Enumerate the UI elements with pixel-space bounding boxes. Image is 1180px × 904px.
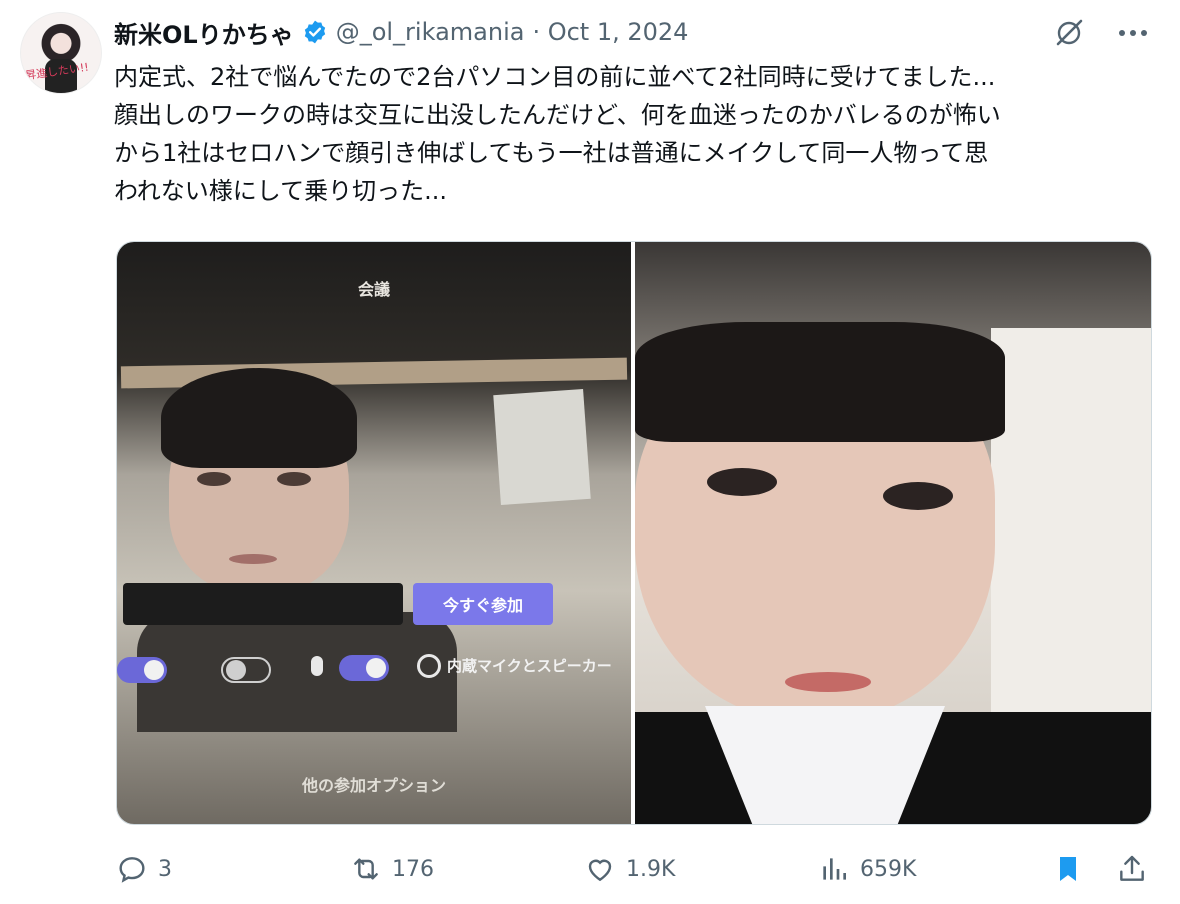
eye-right-1 [707,468,777,496]
reply-icon [119,857,145,883]
author-avatar[interactable]: 昇進したい!! [20,12,102,94]
eye-left-2 [277,472,311,486]
bookmark-button[interactable] [1052,846,1084,892]
hair-right [635,322,1005,442]
join-now-button[interactable]: 今すぐ参加 [413,583,553,625]
settings-gear-icon [417,654,441,678]
tweet-text: 内定式、2社で悩んでたので2台パソコン目の前に並べて2社同時に受けてました...… [114,63,1001,205]
views-count: 659K [860,856,917,882]
eye-right-2 [883,482,953,510]
grok-icon[interactable] [1052,16,1086,50]
views-button[interactable]: 659K [818,846,916,892]
share-icon [1120,855,1144,881]
verified-badge-icon [304,20,325,44]
camera-toggle[interactable] [117,657,167,683]
hair-left [161,368,357,468]
author-handle[interactable]: @_ol_rikamania [336,18,525,46]
like-count: 1.9K [626,856,676,882]
tweet-date[interactable]: · Oct 1, 2024 [532,18,688,46]
eye-left-1 [197,472,231,486]
paper-sheet [493,388,591,506]
tweet-media[interactable]: 会議 今すぐ参加 内蔵マイクとスピーカー 他の参加オプション [116,241,1152,825]
mic-icon [311,656,323,676]
like-button[interactable]: 1.9K [584,846,675,892]
repost-button[interactable]: 176 [350,846,434,892]
reply-count: 3 [158,856,172,882]
author-display-name[interactable]: 新米OLりかちゃ [114,15,294,50]
share-button[interactable] [1116,846,1148,892]
reply-button[interactable]: 3 [116,846,172,892]
meeting-title: 会議 [357,280,390,299]
background-wall [991,328,1151,728]
header-actions [1052,16,1150,50]
mouth-right [785,672,871,692]
suit-left [137,612,457,732]
tweet-actions: 3 176 1.9K 659K [116,846,1156,892]
audio-setting-label[interactable]: 内蔵マイクとスピーカー [447,655,612,676]
mic-toggle[interactable] [339,655,389,681]
media-photo-left[interactable]: 会議 今すぐ参加 内蔵マイクとスピーカー 他の参加オプション [117,242,631,824]
other-join-options[interactable]: 他の参加オプション [117,772,631,796]
views-icon [823,858,846,880]
media-photo-right[interactable] [635,242,1151,824]
like-icon [588,859,612,882]
tweet-header: 新米OLりかちゃ @_ol_rikamania · Oct 1, 2024 [114,14,688,50]
repost-count: 176 [392,856,434,882]
mouth-left [229,554,277,564]
background-blur-toggle[interactable] [221,657,271,683]
name-input-field[interactable] [123,583,403,625]
more-icon[interactable] [1116,16,1150,50]
repost-icon [354,858,378,880]
bookmark-icon [1060,857,1076,881]
